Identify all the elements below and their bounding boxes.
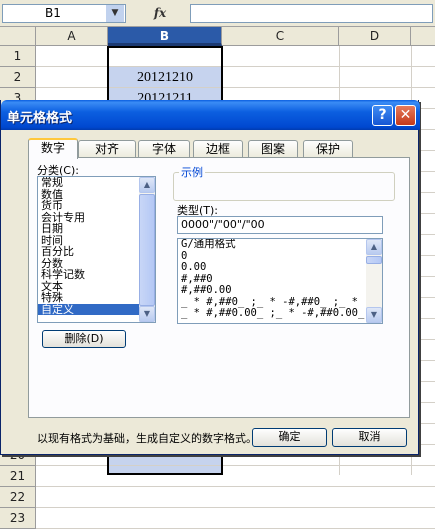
category-item[interactable]: 日期 <box>38 223 140 235</box>
sample-label: 示例 <box>179 164 205 180</box>
gridline <box>36 87 435 88</box>
format-cells-dialog: 单元格格式 ? ✕ 数字 对齐 字体 边框 图案 保护 分类(C): 常规 数值货… <box>0 100 420 455</box>
scroll-thumb[interactable] <box>139 194 155 306</box>
format-item[interactable]: 0.00 <box>178 262 366 274</box>
format-item[interactable]: #,##0.00 <box>178 285 366 297</box>
column-header-b[interactable]: B <box>108 27 222 46</box>
format-item[interactable]: _ * #,##0_ ;_ * -#,##0_ ;_ * " <box>178 297 366 309</box>
category-item[interactable]: 百分比 <box>38 246 140 258</box>
cancel-button[interactable]: 取消 <box>332 428 407 447</box>
tab-number[interactable]: 数字 <box>28 138 78 159</box>
tab-font[interactable]: 字体 <box>138 140 190 158</box>
column-headers: A B C D <box>0 27 435 46</box>
formula-bar: B1 ▼ fx <box>0 0 435 27</box>
dialog-titlebar[interactable]: 单元格格式 ? ✕ <box>1 100 420 130</box>
row-header[interactable]: 21 <box>0 466 36 487</box>
close-button[interactable]: ✕ <box>395 105 416 126</box>
column-header-c[interactable]: C <box>222 27 339 46</box>
help-button[interactable]: ? <box>372 105 393 126</box>
insert-function-icon[interactable]: fx <box>132 4 188 23</box>
category-item[interactable]: 科学记数 <box>38 269 140 281</box>
sample-box <box>173 172 395 201</box>
format-description: 以现有格式为基础，生成自定义的数字格式。 <box>37 432 257 445</box>
gridline <box>36 507 435 508</box>
format-item[interactable]: 0 <box>178 251 366 263</box>
row-header[interactable]: 2 <box>0 67 36 88</box>
category-scrollbar[interactable]: ▲ ▼ <box>139 177 155 322</box>
delete-button[interactable]: 删除(D) <box>42 330 126 348</box>
category-items: 常规 数值 货币 会计专用 日期 时间 百分比 分数 科学记数 文本 特殊 自定义 <box>38 177 155 315</box>
type-input[interactable]: 0000"/"00"/"00 <box>177 216 383 234</box>
category-item[interactable]: 自定义 <box>38 303 140 315</box>
tab-patterns[interactable]: 图案 <box>248 140 298 158</box>
gridline <box>36 66 435 67</box>
scroll-up-icon[interactable]: ▲ <box>139 177 155 193</box>
row-header[interactable]: 22 <box>0 487 36 508</box>
gridline <box>36 465 435 466</box>
scroll-down-icon[interactable]: ▼ <box>366 307 382 323</box>
column-header-a[interactable]: A <box>36 27 108 46</box>
category-list[interactable]: 常规 数值 货币 会计专用 日期 时间 百分比 分数 科学记数 文本 特殊 自定义 ▲ ▼ <box>37 176 156 323</box>
cell-b2[interactable]: 20121210 <box>108 67 222 88</box>
format-item[interactable]: G/通用格式 <box>178 239 366 251</box>
dialog-title: 单元格格式 <box>7 111 73 126</box>
format-item[interactable]: #,##0 <box>178 274 366 286</box>
tab-protection[interactable]: 保护 <box>303 140 353 158</box>
row-header[interactable]: 23 <box>0 508 36 529</box>
category-item[interactable]: 货币 <box>38 200 140 212</box>
name-box-dropdown-icon[interactable]: ▼ <box>106 5 124 22</box>
column-header-d[interactable]: D <box>339 27 411 46</box>
format-items: G/通用格式 0 0.00 #,##0 #,##0.00 _ * #,##0_ ;_ * … <box>178 239 382 320</box>
format-item[interactable]: _ * #,##0.00_ ;_ * -#,##0.00_ <box>178 308 366 320</box>
scroll-thumb[interactable] <box>366 256 382 264</box>
gridline <box>36 486 435 487</box>
row-header[interactable]: 1 <box>0 46 36 67</box>
ok-button[interactable]: 确定 <box>252 428 327 447</box>
category-item[interactable]: 特殊 <box>38 292 140 304</box>
select-all-corner[interactable] <box>0 27 36 46</box>
scroll-down-icon[interactable]: ▼ <box>139 306 155 322</box>
tab-alignment[interactable]: 对齐 <box>78 140 136 158</box>
number-tab-panel: 分类(C): 常规 数值 货币 会计专用 日期 时间 百分比 分数 科学记数 文本 特殊 自定义 ▲ … <box>28 157 410 445</box>
formula-input[interactable] <box>190 4 433 23</box>
sample-group: 示例 <box>173 164 395 202</box>
format-scrollbar[interactable]: ▲ ▼ <box>366 239 382 323</box>
category-item[interactable]: 常规 <box>38 177 140 189</box>
tab-border[interactable]: 边框 <box>193 140 243 158</box>
scroll-up-icon[interactable]: ▲ <box>366 239 382 255</box>
format-list[interactable]: G/通用格式 0 0.00 #,##0 #,##0.00 _ * #,##0_ ;_ * … <box>177 238 383 324</box>
